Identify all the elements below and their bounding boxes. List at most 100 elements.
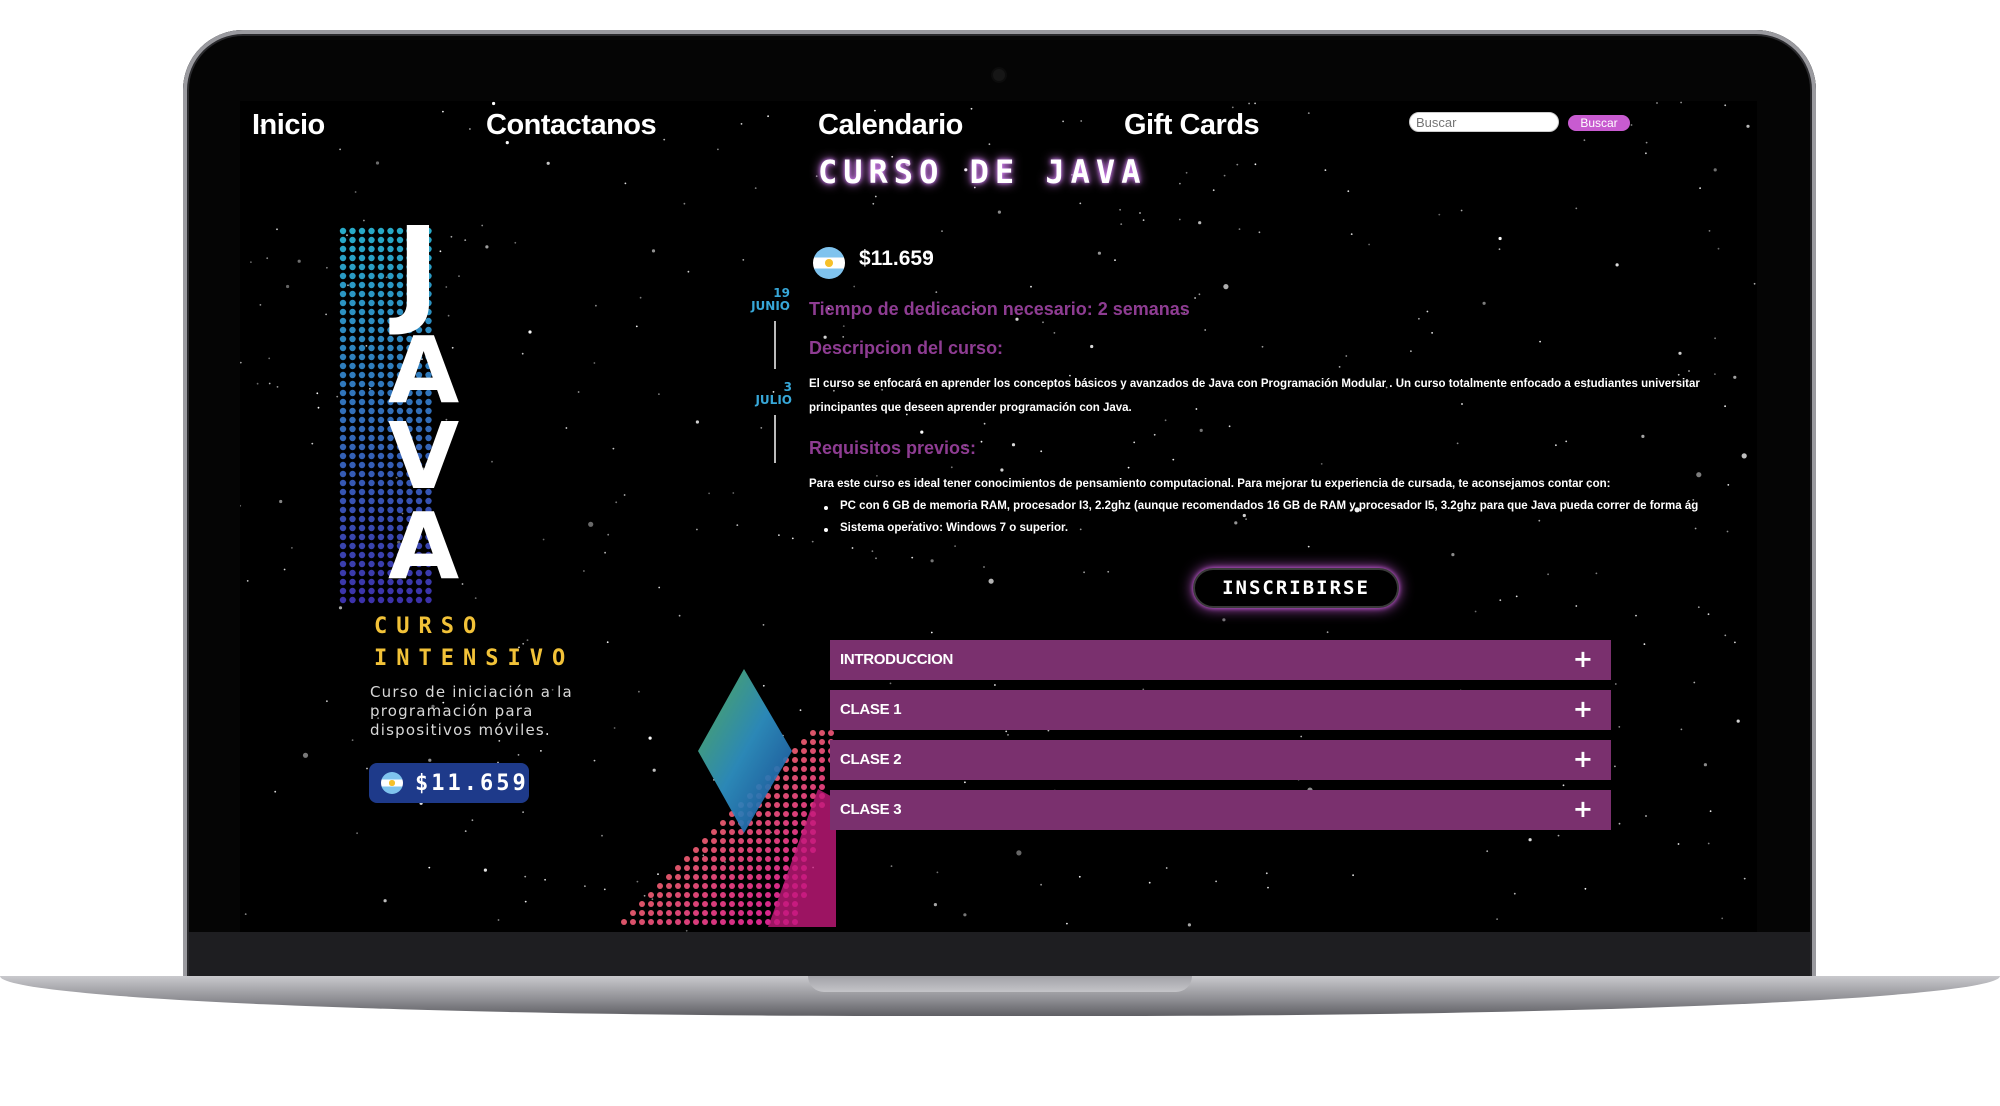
nav-link-contactanos[interactable]: Contactanos bbox=[486, 109, 657, 142]
poster-dot bbox=[368, 425, 375, 433]
nav-link-inicio[interactable]: Inicio bbox=[252, 109, 325, 142]
poster-dot bbox=[368, 335, 375, 343]
accordion-item-clase-2[interactable]: CLASE 2 + bbox=[830, 740, 1611, 780]
plus-icon[interactable]: + bbox=[1573, 747, 1593, 771]
poster-diamond-dot bbox=[738, 838, 744, 844]
poster-dot bbox=[349, 317, 356, 325]
star-dot bbox=[1539, 340, 1541, 343]
poster-dot bbox=[339, 452, 347, 460]
poster-dot bbox=[368, 317, 375, 325]
poster-description-line-1: Curso de iniciación a la bbox=[370, 683, 573, 701]
poster-dot bbox=[349, 416, 356, 424]
star-dot bbox=[871, 550, 874, 553]
poster-dot bbox=[349, 398, 356, 406]
poster-dot bbox=[358, 263, 366, 271]
poster-dot bbox=[358, 281, 366, 289]
poster-diamond-dot bbox=[756, 847, 762, 853]
star-dot bbox=[890, 865, 893, 867]
star-dot bbox=[1575, 605, 1578, 607]
poster-dot bbox=[377, 416, 385, 424]
plus-icon[interactable]: + bbox=[1573, 697, 1593, 721]
star-dot bbox=[1172, 458, 1175, 461]
star-dot bbox=[1693, 681, 1696, 684]
poster-diamond-dot bbox=[801, 793, 807, 799]
poster-diamond-dot bbox=[747, 892, 753, 898]
poster-diamond-graphic bbox=[621, 669, 836, 927]
poster-diamond-dot bbox=[630, 919, 636, 925]
poster-diamond-dot bbox=[783, 829, 789, 835]
star-dot bbox=[1438, 213, 1441, 216]
poster-diamond-dot bbox=[693, 901, 699, 907]
poster-dot bbox=[377, 488, 385, 496]
star-dot bbox=[1261, 345, 1264, 348]
poster-dot bbox=[368, 389, 375, 397]
poster-diamond-dot bbox=[756, 856, 762, 862]
poster-diamond-dot bbox=[765, 901, 771, 907]
poster-diamond-dot bbox=[783, 775, 789, 781]
poster-dot bbox=[339, 335, 347, 343]
star-dot bbox=[1222, 618, 1226, 622]
poster-dot bbox=[358, 560, 366, 568]
poster-dot bbox=[349, 515, 356, 523]
poster-diamond-dot bbox=[738, 865, 744, 871]
argentina-flag-icon bbox=[813, 247, 845, 279]
poster-diamond-dot bbox=[765, 802, 771, 808]
accordion-item-clase-1[interactable]: CLASE 1 + bbox=[830, 690, 1611, 730]
star-dot bbox=[1714, 337, 1716, 340]
star-dot bbox=[1324, 169, 1327, 171]
star-dot bbox=[1179, 182, 1181, 185]
poster-letter-j: J bbox=[396, 201, 440, 339]
poster-diamond-dot bbox=[756, 892, 762, 898]
poster-dot bbox=[358, 524, 366, 532]
poster-diamond-dot bbox=[819, 748, 825, 754]
star-dot bbox=[1461, 403, 1463, 405]
poster-dot bbox=[349, 380, 356, 388]
star-dot bbox=[1245, 518, 1247, 520]
poster-dot bbox=[339, 434, 347, 442]
poster-dot bbox=[339, 389, 347, 397]
poster-dot bbox=[358, 425, 366, 433]
poster-diamond-dot bbox=[639, 919, 645, 925]
star-dot bbox=[1165, 867, 1168, 869]
nav-link-gift-cards[interactable]: Gift Cards bbox=[1124, 109, 1260, 142]
plus-icon[interactable]: + bbox=[1573, 797, 1593, 821]
poster-dot bbox=[377, 425, 385, 433]
poster-diamond-dot bbox=[783, 865, 789, 871]
star-dot bbox=[1688, 370, 1690, 372]
poster-diamond-dot bbox=[747, 865, 753, 871]
plus-icon[interactable]: + bbox=[1573, 647, 1593, 671]
star-dot bbox=[920, 430, 924, 434]
search-button[interactable]: Buscar bbox=[1568, 115, 1630, 131]
poster-dot bbox=[349, 587, 356, 595]
poster-diamond-dot bbox=[684, 883, 690, 889]
poster-diamond-dot bbox=[711, 847, 717, 853]
search-input[interactable] bbox=[1409, 112, 1559, 132]
poster-dot bbox=[377, 398, 385, 406]
poster-diamond-dot bbox=[810, 775, 816, 781]
poster-dot bbox=[358, 470, 366, 478]
poster-diamond-dot bbox=[756, 919, 762, 925]
poster-diamond-dot bbox=[693, 883, 699, 889]
poster-dot bbox=[368, 560, 375, 568]
poster-diamond-dot bbox=[648, 901, 654, 907]
star-dot bbox=[1713, 168, 1717, 172]
poster-diamond-dot bbox=[765, 883, 771, 889]
poster-dot bbox=[358, 254, 366, 262]
poster-diamond-dot bbox=[729, 856, 735, 862]
poster-diamond-dot bbox=[792, 838, 798, 844]
accordion-item-introduccion[interactable]: INTRODUCCION + bbox=[830, 640, 1611, 680]
accordion-item-clase-3[interactable]: CLASE 3 + bbox=[830, 790, 1611, 830]
poster-dot bbox=[339, 479, 347, 487]
nav-link-calendario[interactable]: Calendario bbox=[818, 109, 963, 142]
poster-dot bbox=[358, 245, 366, 253]
poster-dot bbox=[368, 227, 375, 235]
star-dot bbox=[240, 504, 242, 507]
poster-dot bbox=[339, 443, 347, 451]
course-title: CURSO DE JAVA bbox=[818, 153, 1147, 191]
description-heading: Descripcion del curso: bbox=[809, 338, 1004, 358]
poster-dot bbox=[377, 281, 385, 289]
star-dot bbox=[1215, 880, 1217, 883]
enroll-button[interactable]: INSCRIBIRSE bbox=[1193, 568, 1399, 608]
star-dot bbox=[1204, 329, 1207, 331]
poster-dot bbox=[339, 227, 347, 235]
